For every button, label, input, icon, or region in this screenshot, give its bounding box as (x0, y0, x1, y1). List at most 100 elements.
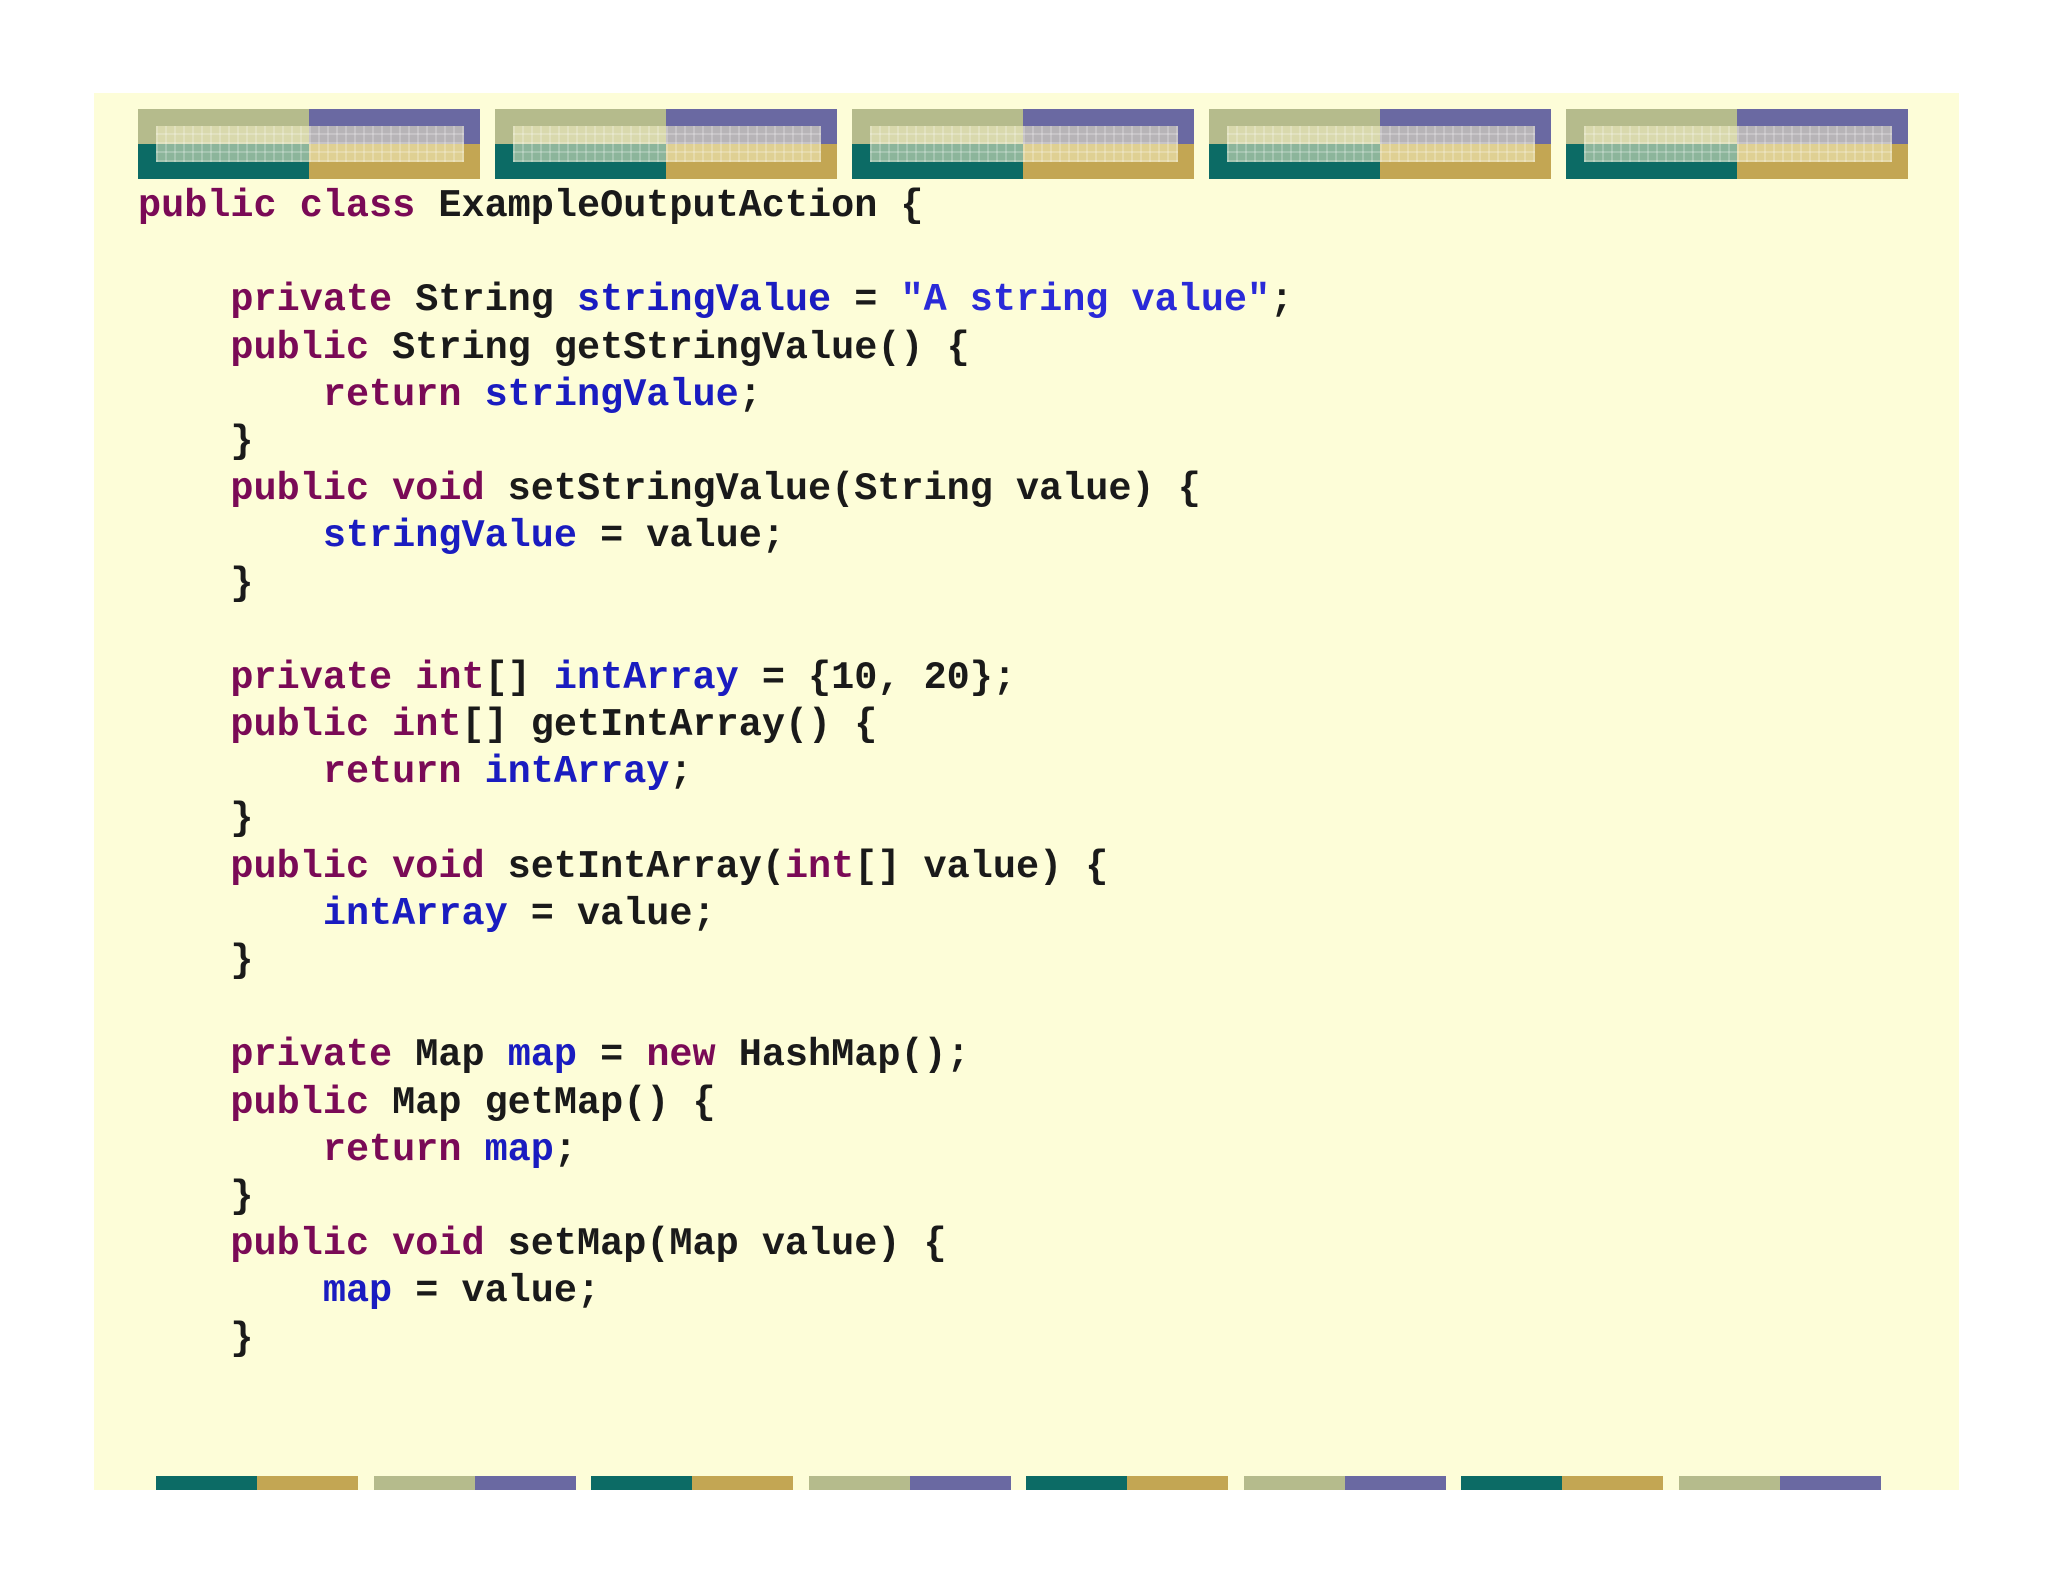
code-keyword: return (322, 372, 462, 417)
code-keyword: public void (230, 467, 485, 512)
code-text: = value; (577, 514, 785, 559)
code-field: intArray (322, 891, 508, 936)
code-keyword: public int (230, 703, 462, 748)
code-text: Map (392, 1033, 508, 1078)
footer-segment-left (808, 1476, 910, 1490)
footer-segment-right (1344, 1476, 1446, 1490)
code-line: public int[] getIntArray() { (138, 702, 1293, 749)
code-keyword: public class (138, 184, 439, 228)
footer-segment-right (692, 1476, 793, 1490)
code-keyword: return (322, 750, 462, 795)
code-keyword: int (784, 844, 855, 889)
header-decoration (138, 109, 1913, 179)
code-text: HashMap(); (715, 1033, 970, 1078)
code-text: [] (484, 655, 554, 700)
code-line: private Map map = new HashMap(); (138, 1032, 1293, 1079)
code-block: public class ExampleOutputAction { priva… (138, 183, 1293, 1363)
footer-segment (1026, 1476, 1228, 1490)
code-text: [] getIntArray() { (461, 703, 878, 748)
code-text: = value; (507, 891, 716, 936)
header-tile (1209, 109, 1551, 179)
code-field: intArray (553, 655, 739, 700)
footer-segment-left (1461, 1476, 1562, 1490)
header-tile-pattern (156, 126, 464, 162)
code-field: map (322, 1269, 393, 1314)
code-text: } (138, 419, 254, 464)
code-text: ; (1270, 278, 1294, 323)
code-keyword: public void (230, 844, 485, 889)
code-line: stringValue = value; (138, 513, 1293, 560)
code-text: ExampleOutputAction { (438, 184, 924, 228)
code-text: String getStringValue() { (369, 325, 970, 370)
code-text: = (577, 1033, 647, 1078)
footer-segment-left (1026, 1476, 1127, 1490)
code-line: private int[] intArray = {10, 20}; (138, 655, 1293, 702)
header-tile-pattern (1584, 126, 1892, 162)
code-line: map = value; (138, 1268, 1293, 1315)
code-line: public Map getMap() { (138, 1080, 1293, 1127)
footer-decoration (156, 1476, 1883, 1490)
code-field: stringValue (577, 278, 832, 323)
footer-segment-right (257, 1476, 358, 1490)
code-field: stringValue (484, 372, 739, 417)
code-text: Map getMap() { (369, 1080, 716, 1125)
header-tile-pattern (513, 126, 821, 162)
footer-segment-right (1127, 1476, 1228, 1490)
code-text: setMap(Map value) { (484, 1222, 947, 1267)
header-tile (852, 109, 1194, 179)
footer-segment (808, 1476, 1011, 1490)
footer-segment (591, 1476, 793, 1490)
code-field: stringValue (322, 514, 577, 559)
code-line: } (138, 1174, 1293, 1221)
code-keyword: public void (230, 1222, 485, 1267)
footer-segment-left (591, 1476, 692, 1490)
header-tile (495, 109, 837, 179)
code-keyword: new (646, 1033, 716, 1078)
code-text: [] value) { (854, 844, 1109, 889)
code-text: = value; (392, 1269, 601, 1314)
slide: public class ExampleOutputAction { priva… (94, 93, 1959, 1490)
footer-segment-left (1243, 1476, 1345, 1490)
code-keyword: private (230, 1033, 393, 1078)
header-tile (1566, 109, 1908, 179)
code-text: = {10, 20}; (738, 655, 1016, 700)
code-line: return stringValue; (138, 372, 1293, 419)
code-text: setStringValue(String value) { (484, 467, 1201, 512)
code-line: private String stringValue = "A string v… (138, 277, 1293, 324)
code-keyword: public (230, 1080, 370, 1125)
header-tile-pattern (1227, 126, 1535, 162)
code-text: } (138, 939, 254, 983)
code-line: } (138, 796, 1293, 843)
code-text: = (831, 278, 901, 323)
code-field: map (484, 1127, 554, 1172)
footer-segment (1678, 1476, 1881, 1490)
code-text: ; (553, 1127, 577, 1172)
code-text: } (138, 561, 254, 606)
code-line: public void setStringValue(String value)… (138, 466, 1293, 513)
code-line: return map; (138, 1127, 1293, 1174)
code-line: public void setIntArray(int[] value) { (138, 844, 1293, 891)
code-line: public class ExampleOutputAction { (138, 183, 1293, 230)
code-line: } (138, 938, 1293, 985)
code-field: map (507, 1033, 577, 1078)
code-line: public String getStringValue() { (138, 325, 1293, 372)
footer-segment (373, 1476, 576, 1490)
code-line: public void setMap(Map value) { (138, 1221, 1293, 1268)
code-text: setIntArray( (484, 844, 785, 889)
code-line: } (138, 561, 1293, 608)
